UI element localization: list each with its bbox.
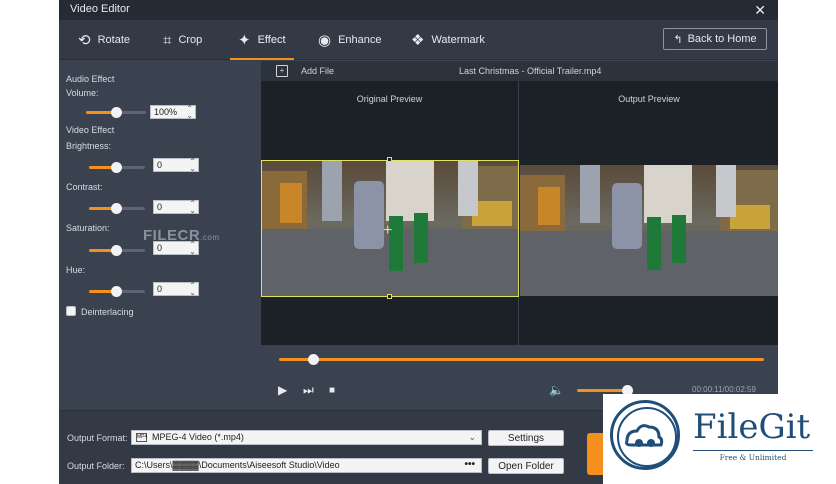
filecr-watermark-suffix: .com <box>200 233 220 242</box>
tab-rotate[interactable]: ⟲ Rotate <box>78 20 130 60</box>
filegit-watermark: FileGit Free & Unlimited <box>603 394 836 484</box>
output-format-label: Output Format: <box>67 433 128 443</box>
contrast-value: 0 <box>157 202 163 212</box>
add-file-icon[interactable]: + <box>276 65 288 77</box>
output-format-value: MPEG-4 Video (*.mp4) <box>152 432 244 442</box>
playback-volume-slider[interactable] <box>577 385 634 396</box>
original-preview-caption: Original Preview <box>356 94 423 104</box>
tab-effect[interactable]: ✦ Effect <box>230 20 293 60</box>
saturation-slider[interactable] <box>89 245 145 256</box>
enhance-icon: ◉ <box>318 32 332 49</box>
output-folder-value: C:\Users\▓▓▓▓\Documents\Aiseesoft Studio… <box>135 460 340 470</box>
back-to-home-button[interactable]: ↰ Back to Home <box>663 28 767 50</box>
tab-bar: ⟲ Rotate ⌗ Crop ✦ Effect ◉ Enhance ❖ Wat… <box>59 20 778 60</box>
timecode: 00:00:11/00:02:59 <box>692 385 756 394</box>
hue-label: Hue: <box>66 265 86 275</box>
fast-forward-icon[interactable]: ⏭ <box>303 383 314 398</box>
deinterlacing-checkbox[interactable] <box>66 306 76 316</box>
filegit-tagline: Free & Unlimited <box>693 450 813 462</box>
watermark-icon: ❖ <box>411 32 425 49</box>
crop-handle-bottom[interactable] <box>387 294 392 299</box>
add-file-label[interactable]: Add File <box>301 66 334 76</box>
brightness-value: 0 <box>157 160 163 170</box>
spinner-arrows-icon[interactable]: ⌃ ⌄ <box>189 282 196 297</box>
chevron-down-icon[interactable]: ⌄ <box>468 431 476 444</box>
spinner-arrows-icon[interactable]: ⌃ ⌄ <box>186 105 193 120</box>
output-folder-label: Output Folder: <box>67 461 125 471</box>
rotate-icon: ⟲ <box>78 32 91 49</box>
title-bar: Video Editor ✕ <box>59 0 778 20</box>
volume-icon[interactable]: 🔈 <box>549 383 564 397</box>
brightness-slider[interactable] <box>89 162 145 173</box>
contrast-label: Contrast: <box>66 182 103 192</box>
volume-label: Volume: <box>66 88 99 98</box>
tab-rotate-label: Rotate <box>97 34 130 46</box>
back-arrow-icon: ↰ <box>673 33 683 46</box>
preview-area: + Add File Last Christmas - Official Tra… <box>261 61 778 345</box>
back-to-home-label: Back to Home <box>687 33 757 45</box>
original-preview-pane: Original Preview + <box>261 81 519 345</box>
hue-value: 0 <box>157 284 163 294</box>
spinner-arrows-icon[interactable]: ⌃ ⌄ <box>189 158 196 173</box>
contrast-slider[interactable] <box>89 203 145 214</box>
hue-slider-knob[interactable] <box>111 286 122 297</box>
output-format-select[interactable]: MP4 MPEG-4 Video (*.mp4) ⌄ <box>131 430 482 445</box>
output-preview-caption: Output Preview <box>618 94 680 104</box>
file-bar: + Add File Last Christmas - Official Tra… <box>261 61 778 81</box>
output-video-frame <box>520 165 778 296</box>
close-icon[interactable]: ✕ <box>754 2 766 19</box>
original-video-frame[interactable]: + <box>261 160 519 297</box>
browse-icon[interactable]: ••• <box>464 458 475 471</box>
filecr-watermark: FILECR.com <box>143 227 220 244</box>
filegit-name: FileGit <box>693 407 811 447</box>
deinterlacing-label: Deinterlacing <box>81 307 134 317</box>
filegit-logo-glyph <box>625 424 664 447</box>
hue-spinner[interactable]: 0 ⌃ ⌄ <box>153 282 199 297</box>
tab-watermark-label: Watermark <box>431 34 485 46</box>
contrast-spinner[interactable]: 0 ⌃ ⌄ <box>153 200 199 215</box>
saturation-label: Saturation: <box>66 223 110 233</box>
crosshair-icon: + <box>383 222 393 239</box>
file-name: Last Christmas - Official Trailer.mp4 <box>459 66 602 76</box>
audio-effect-heading: Audio Effect <box>66 74 115 84</box>
output-frame-image <box>520 165 778 296</box>
crop-icon: ⌗ <box>163 31 172 49</box>
effect-icon: ✦ <box>238 32 251 49</box>
open-folder-button[interactable]: Open Folder <box>488 458 564 474</box>
play-icon[interactable]: ▶ <box>278 383 287 397</box>
tab-enhance[interactable]: ◉ Enhance <box>318 20 382 60</box>
window-title: Video Editor <box>70 3 130 15</box>
hue-slider[interactable] <box>89 286 145 297</box>
saturation-slider-knob[interactable] <box>111 245 122 256</box>
brightness-spinner[interactable]: 0 ⌃ ⌄ <box>153 158 199 173</box>
output-preview-pane: Output Preview <box>520 81 778 345</box>
contrast-slider-knob[interactable] <box>111 203 122 214</box>
tab-crop-label: Crop <box>178 34 203 46</box>
video-format-icon: MP4 <box>136 433 148 442</box>
video-effect-heading: Video Effect <box>66 125 115 135</box>
volume-slider[interactable] <box>86 107 146 118</box>
filecr-watermark-text: FILECR <box>143 227 201 244</box>
settings-button[interactable]: Settings <box>488 430 564 446</box>
filegit-logo <box>610 400 680 470</box>
tab-enhance-label: Enhance <box>338 34 382 46</box>
progress-slider[interactable] <box>279 354 764 365</box>
volume-slider-knob[interactable] <box>111 107 122 118</box>
stop-icon[interactable]: ■ <box>329 385 335 396</box>
volume-spinner[interactable]: 100% ⌃ ⌄ <box>150 105 196 120</box>
effect-panel: Audio Effect Volume: 100% ⌃ ⌄ Video Effec… <box>59 61 261 410</box>
saturation-value: 0 <box>157 243 163 253</box>
crop-handle-top[interactable] <box>387 157 392 162</box>
tab-effect-label: Effect <box>257 34 286 46</box>
progress-slider-knob[interactable] <box>307 354 319 365</box>
volume-value: 100% <box>154 107 178 117</box>
brightness-slider-knob[interactable] <box>111 162 122 173</box>
spinner-arrows-icon[interactable]: ⌃ ⌄ <box>189 200 196 215</box>
brightness-label: Brightness: <box>66 141 112 151</box>
tab-watermark[interactable]: ❖ Watermark <box>411 20 485 60</box>
output-folder-field[interactable]: C:\Users\▓▓▓▓\Documents\Aiseesoft Studio… <box>131 458 482 473</box>
tab-crop[interactable]: ⌗ Crop <box>163 20 202 60</box>
